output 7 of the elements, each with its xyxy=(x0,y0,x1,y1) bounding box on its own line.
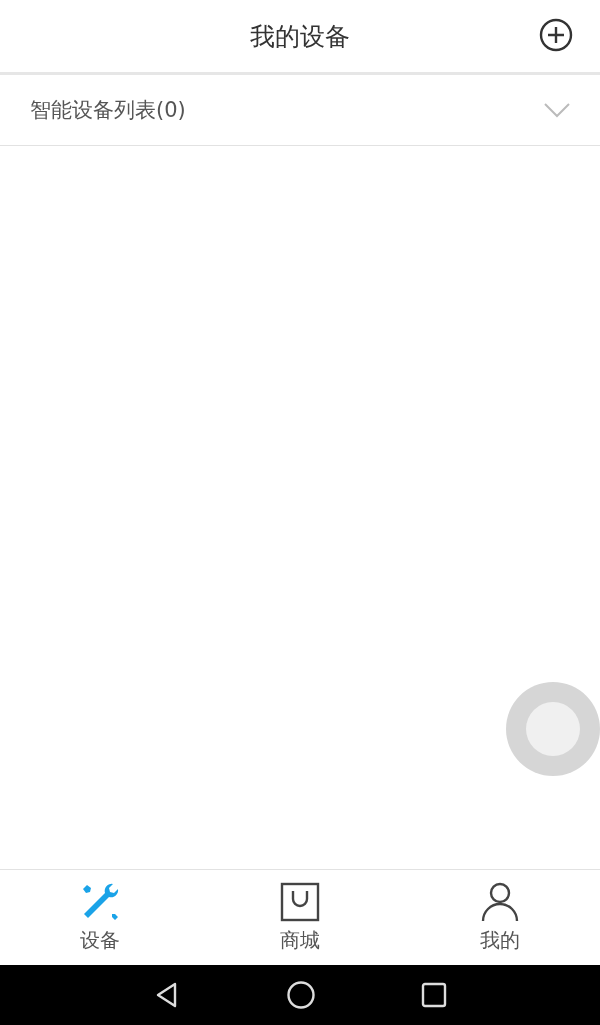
shopping-bag-icon xyxy=(279,881,321,923)
add-button[interactable] xyxy=(539,18,573,52)
home-icon[interactable] xyxy=(286,980,316,1010)
page-title: 我的设备 xyxy=(250,20,350,53)
person-icon xyxy=(479,881,521,923)
device-list-header[interactable]: 智能设备列表(0) xyxy=(0,75,600,146)
recents-icon[interactable] xyxy=(421,982,448,1008)
